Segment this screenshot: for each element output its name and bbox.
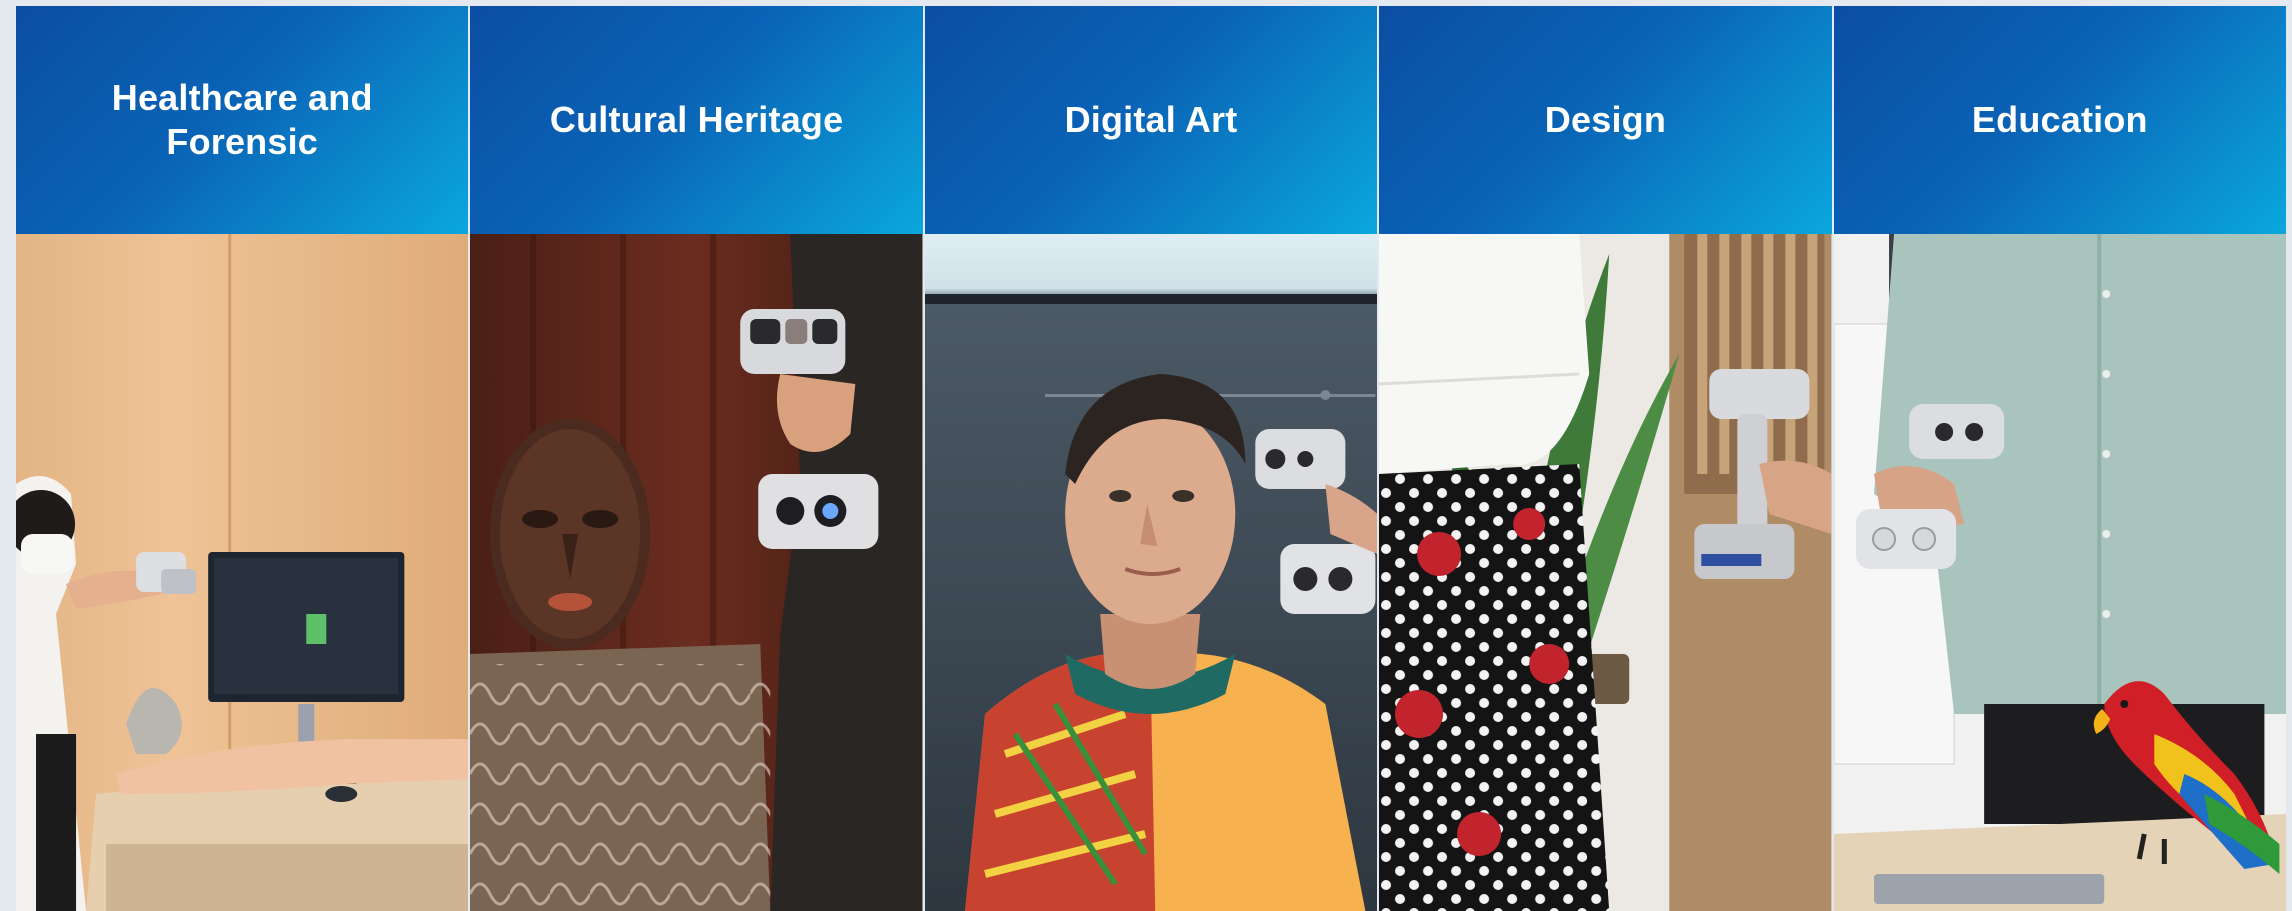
education-scene <box>1833 234 2287 911</box>
industry-card-title: Healthcare and Forensic <box>111 77 373 162</box>
industry-card-header: Education <box>1833 6 2287 234</box>
industry-card-header: Design <box>1379 6 1832 234</box>
design-scene <box>1379 234 1832 911</box>
industry-card-image <box>16 234 469 911</box>
industry-card-healthcare-forensic[interactable]: Healthcare and Forensic <box>16 6 469 911</box>
industry-strip: Healthcare and Forensic Cultural Heritag… <box>16 6 2287 911</box>
industry-card-title: Digital Art <box>1064 99 1238 140</box>
industry-card-title: Education <box>1971 99 2148 140</box>
industry-card-cultural-heritage[interactable]: Cultural Heritage <box>470 6 923 911</box>
industry-card-image <box>470 234 923 911</box>
industry-card-title: Cultural Heritage <box>549 99 844 140</box>
industry-card-image <box>1833 234 2287 911</box>
cultural-heritage-scene <box>470 234 923 911</box>
industry-card-image <box>1379 234 1832 911</box>
industry-card-digital-art[interactable]: Digital Art <box>924 6 1378 911</box>
industry-card-header: Healthcare and Forensic <box>16 6 469 234</box>
digital-art-scene <box>924 234 1378 911</box>
industry-card-title: Design <box>1544 99 1667 140</box>
industry-card-header: Digital Art <box>924 6 1378 234</box>
industry-card-image <box>924 234 1378 911</box>
healthcare-scene <box>16 234 469 911</box>
industry-card-header: Cultural Heritage <box>470 6 923 234</box>
industry-card-education[interactable]: Education <box>1833 6 2287 911</box>
industry-card-design[interactable]: Design <box>1379 6 1832 911</box>
